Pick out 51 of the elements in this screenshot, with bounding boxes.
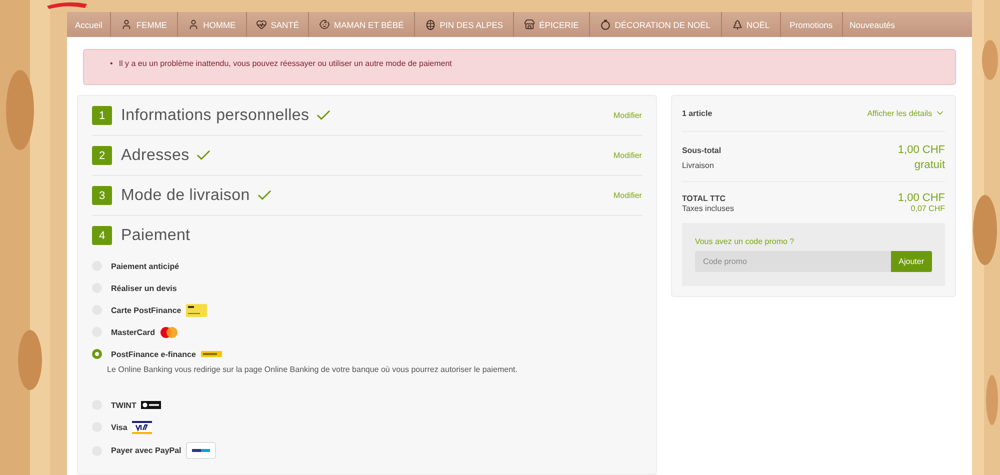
postfinance-logo-icon [200,351,222,357]
step-number: 2 [92,146,112,165]
card-logo-icon [186,304,208,316]
item-count: 1 article [682,108,712,118]
payment-option-label[interactable]: Carte PostFinance [111,306,182,314]
summary-label: Livraison [682,160,714,170]
ornament-icon [600,19,611,30]
payment-option-label[interactable]: Payer avec PayPal [111,446,182,455]
tree-icon [732,19,743,30]
paypal-logo-icon [186,442,216,459]
mastercard-logo-icon [160,326,178,338]
nav-link[interactable]: Nouveautés [842,12,902,37]
details-link[interactable]: Afficher les détails [867,108,945,118]
total-label: TOTAL TTC [682,194,726,202]
pinecone-icon [424,19,436,30]
step-number: 3 [92,186,112,205]
payment-option-label[interactable]: PostFinance e-finance [111,350,196,358]
step-number: 4 [92,226,112,245]
edit-link[interactable]: Modifier [613,111,642,120]
summary-label: Sous-total [682,146,722,154]
tax-value: 0,07 CHF [910,204,945,213]
promo-title: Vous avez un code promo ? [694,237,796,246]
error-message: Il y a eu un problème inattendu, vous pouvez réessayer ou utiliser un autre mode de paiement [118,59,452,69]
bullet: • [110,59,113,69]
payment-option-label[interactable]: Réaliser un devis [111,284,177,292]
payment-option-label[interactable]: TWINT [111,400,136,410]
payment-option-label[interactable]: Visa [111,422,128,432]
edit-link[interactable]: Modifier [613,191,642,200]
step-title: Adresses [121,146,190,164]
payment-option-label[interactable]: Paiement anticipé [111,262,180,270]
twint-logo-icon [141,401,162,409]
edit-link[interactable]: Modifier [613,151,642,160]
payment-description: Le Online Banking vous redirige sur la page Online Banking de votre banque où vous pourrez autoriser le paiement. [107,365,518,374]
add-button[interactable]: Ajouter [890,251,932,272]
promo-code-field[interactable]: Code promo [694,251,891,272]
tax-label: Taxes incluses [682,204,734,213]
step-title: Paiement [121,226,190,244]
summary-value: 1,00 CHF [898,144,945,156]
visa-logo-icon [132,420,152,434]
step-number: 1 [92,106,112,125]
total-value: 1,00 CHF [898,192,945,204]
heart-pulse-icon [256,19,267,30]
baby-icon [319,19,330,30]
summary-value: gratuit [914,159,945,171]
person-icon [121,19,132,30]
radio-button[interactable] [92,349,102,359]
step-title: Informations personnelles [121,106,310,124]
person-icon [188,19,200,30]
step-title: Mode de livraison [121,186,250,204]
payment-option-label[interactable]: MasterCard [111,328,156,336]
shop-icon [524,19,536,30]
